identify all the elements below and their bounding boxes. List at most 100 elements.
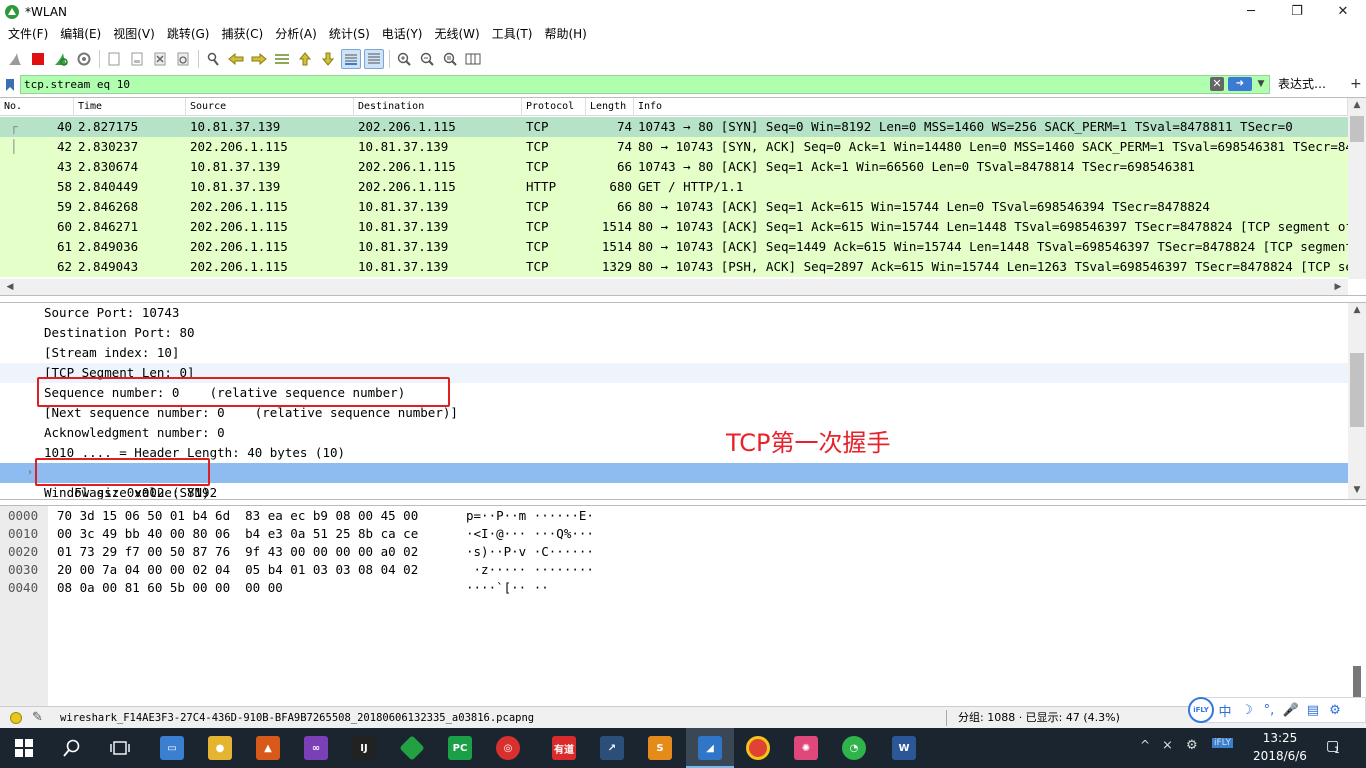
- bytes-ascii[interactable]: ·s)··P·v ·C······: [466, 543, 594, 561]
- chevron-up-icon[interactable]: ▲: [1349, 100, 1365, 110]
- ime-halfwidth-icon[interactable]: ☽: [1236, 699, 1258, 721]
- packet-row[interactable]: │ 42 2.830237 202.206.1.115 10.81.37.139…: [0, 137, 1348, 157]
- capture-options-icon[interactable]: [74, 49, 94, 69]
- chevron-up-icon[interactable]: ▲: [1349, 305, 1365, 315]
- bytes-ascii[interactable]: ·z····· ········: [466, 561, 594, 579]
- taskbar-app-folder[interactable]: ●: [196, 728, 244, 768]
- bytes-hex[interactable]: 01 73 29 f7 00 50 87 76 9f 43 00 00 00 0…: [57, 543, 418, 561]
- zoom-in-icon[interactable]: [394, 49, 414, 69]
- add-filter-button[interactable]: +: [1350, 74, 1362, 95]
- taskbar-app-wireshark[interactable]: ◢: [686, 728, 734, 768]
- detail-row[interactable]: Source Port: 10743: [0, 303, 1348, 323]
- ime-punctuation-icon[interactable]: °,: [1258, 699, 1280, 721]
- taskbar-app-visual-studio[interactable]: ∞: [292, 728, 340, 768]
- taskbar-app-chrome[interactable]: [734, 728, 782, 768]
- detail-row-sequence-number[interactable]: Sequence number: 0 (relative sequence nu…: [0, 383, 1348, 403]
- minimize-button[interactable]: ─: [1228, 0, 1274, 23]
- bytes-hex[interactable]: 70 3d 15 06 50 01 b4 6d 83 ea ec b9 08 0…: [57, 507, 418, 525]
- taskbar-app-intellij[interactable]: IJ: [340, 728, 388, 768]
- chevron-down-icon[interactable]: ▼: [1349, 485, 1365, 495]
- taskbar-app-sublime[interactable]: S: [636, 728, 684, 768]
- detail-row-flags[interactable]: › Flags: 0x002 (SYN): [0, 463, 1348, 499]
- zoom-out-icon[interactable]: [417, 49, 437, 69]
- task-view-button[interactable]: [96, 728, 144, 768]
- go-back-icon[interactable]: [226, 49, 246, 69]
- bytes-hex[interactable]: 08 0a 00 81 60 5b 00 00 00 00: [57, 579, 283, 597]
- volume-muted-icon[interactable]: ⨯: [1162, 738, 1173, 753]
- detail-row[interactable]: [Stream index: 10]: [0, 343, 1348, 363]
- go-to-packet-icon[interactable]: [272, 49, 292, 69]
- detail-row[interactable]: [Next sequence number: 0 (relative seque…: [0, 403, 1348, 423]
- shark-fin-start-icon[interactable]: [5, 49, 25, 69]
- menu-statistics[interactable]: 统计(S): [323, 23, 376, 45]
- zoom-normal-icon[interactable]: [440, 49, 460, 69]
- menu-go[interactable]: 跳转(G): [161, 23, 216, 45]
- ime-settings-icon[interactable]: ⚙: [1324, 699, 1346, 721]
- taskbar-app-pinwheel[interactable]: ✺: [782, 728, 830, 768]
- menu-analyze[interactable]: 分析(A): [269, 23, 323, 45]
- apply-filter-icon[interactable]: ➜: [1228, 77, 1252, 91]
- column-header-protocol[interactable]: Protocol: [522, 98, 586, 116]
- chevron-right-icon[interactable]: ›: [27, 463, 33, 483]
- taskbar-app-wireshark-alt[interactable]: ↗: [588, 728, 636, 768]
- ifly-logo-icon[interactable]: iFLY: [1188, 697, 1214, 723]
- detail-row[interactable]: 1010 .... = Header Length: 40 bytes (10): [0, 443, 1348, 463]
- column-header-destination[interactable]: Destination: [354, 98, 522, 116]
- menu-telephony[interactable]: 电话(Y): [376, 23, 429, 45]
- autoscroll-icon[interactable]: [341, 49, 361, 69]
- detail-row[interactable]: Acknowledgment number: 0: [0, 423, 1348, 443]
- packet-row[interactable]: 43 2.830674 10.81.37.139 202.206.1.115 T…: [0, 157, 1348, 177]
- taskbar-app-netease-music[interactable]: ◎: [484, 728, 532, 768]
- column-header-info[interactable]: Info: [634, 98, 1348, 116]
- search-button[interactable]: [48, 728, 96, 768]
- packet-row[interactable]: 60 2.846271 202.206.1.115 10.81.37.139 T…: [0, 217, 1348, 237]
- menu-tools[interactable]: 工具(T): [486, 23, 539, 45]
- chevron-left-icon[interactable]: ◀: [2, 282, 18, 292]
- save-file-icon[interactable]: [127, 49, 147, 69]
- bytes-ascii[interactable]: ·<I·@··· ···Q%···: [466, 525, 594, 543]
- packet-row[interactable]: 58 2.840449 10.81.37.139 202.206.1.115 H…: [0, 177, 1348, 197]
- clock-date[interactable]: 2018/6/6: [1244, 749, 1316, 763]
- tray-chevron-up-icon[interactable]: ^: [1140, 738, 1150, 752]
- menu-file[interactable]: 文件(F): [2, 23, 54, 45]
- ime-keyboard-icon[interactable]: ▤: [1302, 699, 1324, 721]
- display-filter-input[interactable]: tcp.stream eq 10: [20, 75, 1270, 94]
- go-forward-icon[interactable]: [249, 49, 269, 69]
- bookmark-icon[interactable]: [2, 75, 18, 94]
- packet-row[interactable]: 62 2.849043 202.206.1.115 10.81.37.139 T…: [0, 257, 1348, 277]
- expression-button[interactable]: 表达式…: [1278, 74, 1326, 95]
- capture-comment-icon[interactable]: ✎: [32, 710, 43, 725]
- menu-wireless[interactable]: 无线(W): [429, 23, 486, 45]
- packet-details-vertical-scrollbar[interactable]: ▲ ▼: [1348, 303, 1366, 499]
- packet-row[interactable]: ┌ 40 2.827175 10.81.37.139 202.206.1.115…: [0, 117, 1348, 137]
- menu-edit[interactable]: 编辑(E): [54, 23, 107, 45]
- column-header-time[interactable]: Time: [74, 98, 186, 116]
- chevron-down-icon[interactable]: ▼: [1255, 77, 1267, 91]
- column-header-source[interactable]: Source: [186, 98, 354, 116]
- detail-row[interactable]: [TCP Segment Len: 0]: [0, 363, 1348, 383]
- open-file-icon[interactable]: [104, 49, 124, 69]
- taskbar-app-word[interactable]: W: [880, 728, 928, 768]
- taskbar-app-green[interactable]: [388, 728, 436, 768]
- reload-file-icon[interactable]: [173, 49, 193, 69]
- taskbar-app-pycharm[interactable]: PC: [436, 728, 484, 768]
- restart-capture-icon[interactable]: [51, 49, 71, 69]
- find-packet-icon[interactable]: [203, 49, 223, 69]
- chevron-right-icon[interactable]: ▶: [1330, 282, 1346, 292]
- menu-help[interactable]: 帮助(H): [538, 23, 592, 45]
- packet-list-vertical-scrollbar[interactable]: ▲: [1348, 98, 1366, 279]
- expert-info-indicator-icon[interactable]: [10, 712, 22, 724]
- restore-button[interactable]: ❐: [1274, 0, 1320, 23]
- bytes-ascii[interactable]: p=··P··m ······E·: [466, 507, 594, 525]
- close-window-button[interactable]: ✕: [1320, 0, 1366, 23]
- taskbar-app-wechat[interactable]: ◔: [830, 728, 878, 768]
- first-packet-icon[interactable]: [295, 49, 315, 69]
- menu-capture[interactable]: 捕获(C): [215, 23, 269, 45]
- detail-row[interactable]: Destination Port: 80: [0, 323, 1348, 343]
- menu-view[interactable]: 视图(V): [107, 23, 161, 45]
- taskbar-app-matlab[interactable]: ▲: [244, 728, 292, 768]
- colorize-icon[interactable]: [364, 49, 384, 69]
- detail-row[interactable]: Window size value: 8192: [0, 483, 1348, 499]
- clear-filter-icon[interactable]: ✕: [1210, 77, 1224, 91]
- ifly-tray-icon[interactable]: iFLY: [1212, 738, 1233, 748]
